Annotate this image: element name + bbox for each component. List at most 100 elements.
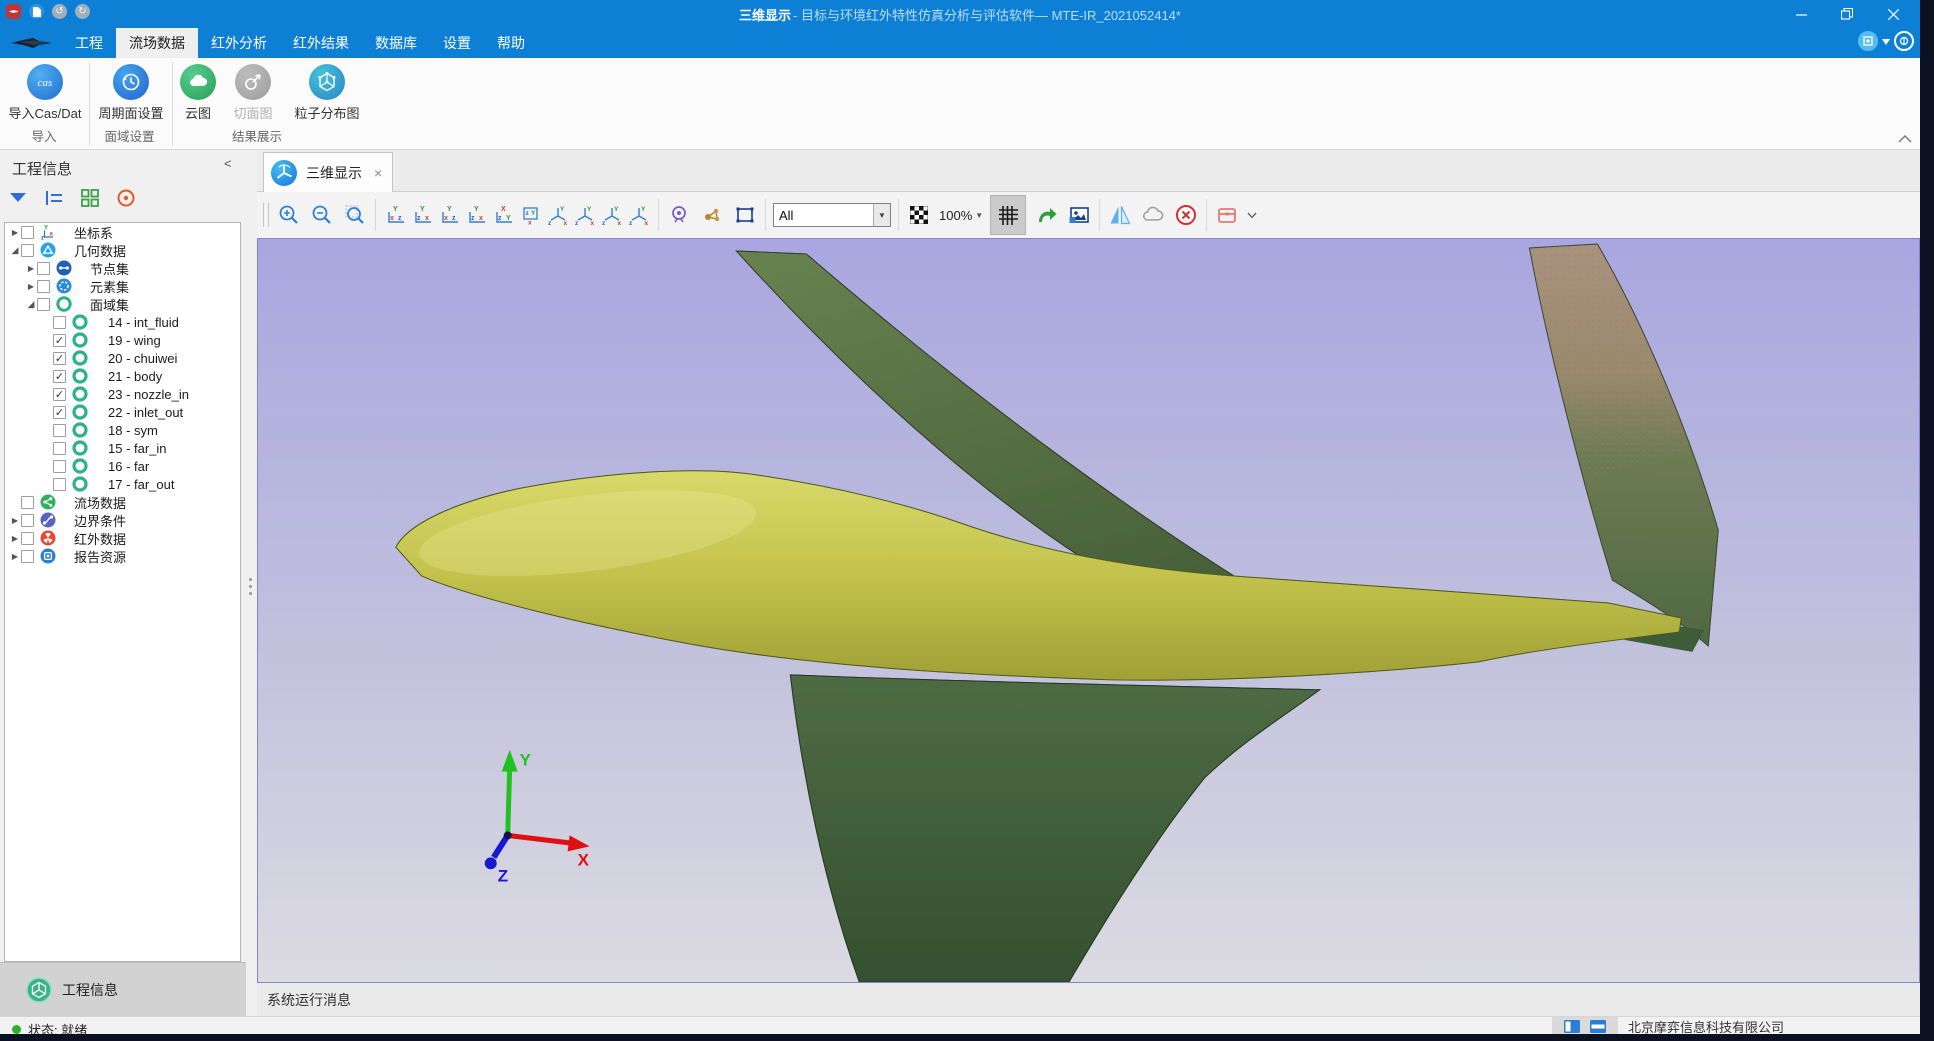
- menu-tab-hongwaijieguo[interactable]: 红外结果: [280, 28, 362, 58]
- tree-item[interactable]: ▶红外数据: [5, 529, 240, 547]
- particle-distribution-button[interactable]: 粒子分布图: [284, 62, 370, 122]
- filter-icon[interactable]: [6, 186, 30, 210]
- opacity-zoom-dropdown[interactable]: 100% ▼: [939, 208, 983, 223]
- tree-item-checkbox[interactable]: ✓: [53, 388, 66, 401]
- menu-tab-hongwaifenxi[interactable]: 红外分析: [198, 28, 280, 58]
- layout-band-icon[interactable]: [1590, 1020, 1606, 1033]
- checkerboard-icon[interactable]: [906, 202, 932, 228]
- tree-item[interactable]: 18 - sym: [5, 421, 240, 439]
- expand-arrow-icon[interactable]: ◢: [9, 245, 21, 256]
- menu-tab-shujuku[interactable]: 数据库: [362, 28, 430, 58]
- import-casdat-button[interactable]: cas 导入Cas/Dat: [2, 62, 88, 122]
- theme-icon[interactable]: [1894, 31, 1914, 51]
- view-iso-1[interactable]: Yxz: [545, 202, 570, 228]
- mirror-icon[interactable]: [1107, 202, 1133, 228]
- new-document-icon[interactable]: [29, 4, 44, 19]
- tree-item[interactable]: ▶元素集: [5, 277, 240, 295]
- menu-tab-bangzhu[interactable]: 帮助: [484, 28, 538, 58]
- view-iso-2[interactable]: Yxz: [572, 202, 597, 228]
- chevron-down-icon[interactable]: [1247, 206, 1257, 224]
- zoom-fit-icon[interactable]: [342, 202, 368, 228]
- remove-icon[interactable]: [1173, 202, 1199, 228]
- expand-arrow-icon[interactable]: ▶: [9, 534, 21, 543]
- view-iso-3[interactable]: Yxz: [599, 202, 624, 228]
- tree-item[interactable]: ▶Yzx坐标系: [5, 223, 240, 241]
- tree-item-checkbox[interactable]: [37, 262, 50, 275]
- tree-item[interactable]: ✓20 - chuiwei: [5, 349, 240, 367]
- tree-item-checkbox[interactable]: [37, 298, 50, 311]
- target-icon[interactable]: [114, 186, 138, 210]
- tree-item[interactable]: ▶报告资源: [5, 547, 240, 565]
- tree-item-checkbox[interactable]: [21, 514, 34, 527]
- tree-item-checkbox[interactable]: ✓: [53, 370, 66, 383]
- tree-item-checkbox[interactable]: [53, 442, 66, 455]
- zoom-out-icon[interactable]: [309, 202, 335, 228]
- tree-item-checkbox[interactable]: [37, 280, 50, 293]
- periodic-face-button[interactable]: 周期面设置: [91, 62, 171, 122]
- tree-item[interactable]: ◢面域集: [5, 295, 240, 313]
- snapshot-icon[interactable]: [1066, 202, 1092, 228]
- tree-item[interactable]: ✓23 - nozzle_in: [5, 385, 240, 403]
- window-switch-icon[interactable]: [1858, 31, 1878, 51]
- tree-item[interactable]: ✓22 - inlet_out: [5, 403, 240, 421]
- view-zx-y2[interactable]: Yzx: [464, 202, 489, 228]
- tree-item[interactable]: ✓21 - body: [5, 367, 240, 385]
- tab-close-icon[interactable]: ×: [374, 165, 382, 181]
- tree-item-checkbox[interactable]: [21, 532, 34, 545]
- menu-tab-gongcheng[interactable]: 工程: [62, 28, 116, 58]
- tree-item[interactable]: 17 - far_out: [5, 475, 240, 493]
- system-message-bar[interactable]: 系统运行消息: [257, 983, 1920, 1016]
- panel-bottom-bar[interactable]: 工程信息: [0, 962, 246, 1016]
- tree-item[interactable]: ✓19 - wing: [5, 331, 240, 349]
- expand-arrow-icon[interactable]: ▶: [25, 282, 37, 291]
- mesh-grid-toggle[interactable]: [990, 195, 1026, 235]
- expand-arrow-icon[interactable]: ▶: [9, 516, 21, 525]
- dropdown-caret[interactable]: [1882, 32, 1890, 50]
- tree-item[interactable]: ◢几何数据: [5, 241, 240, 259]
- viewport-3d[interactable]: Y X Z: [257, 238, 1920, 983]
- view-xz-y[interactable]: Yxz: [383, 202, 408, 228]
- zoom-in-icon[interactable]: [276, 202, 302, 228]
- tree-item[interactable]: ▶节点集: [5, 259, 240, 277]
- tree-item-checkbox[interactable]: [53, 460, 66, 473]
- app-logo[interactable]: [6, 4, 21, 19]
- camera-icon[interactable]: [666, 202, 692, 228]
- tree-item[interactable]: ▶边界条件: [5, 511, 240, 529]
- tree-item-checkbox[interactable]: ✓: [53, 406, 66, 419]
- tree-item-checkbox[interactable]: [21, 496, 34, 509]
- expand-arrow-icon[interactable]: ▶: [25, 264, 37, 273]
- maximize-button[interactable]: [1824, 0, 1870, 28]
- molecule-icon[interactable]: [699, 202, 725, 228]
- tree-item[interactable]: 15 - far_in: [5, 439, 240, 457]
- view-xz-y2[interactable]: Yxz: [437, 202, 462, 228]
- tree-item-checkbox[interactable]: [53, 478, 66, 491]
- ribbon-collapse-icon[interactable]: [1898, 130, 1912, 148]
- view-iso-4[interactable]: Yxz: [626, 202, 651, 228]
- tree-item[interactable]: 14 - int_fluid: [5, 313, 240, 331]
- package-icon[interactable]: [1214, 202, 1240, 228]
- view-frame-zyx[interactable]: zYx: [518, 202, 543, 228]
- tab-3d-view[interactable]: 三维显示 ×: [263, 152, 393, 192]
- panel-collapse-button[interactable]: <: [224, 156, 232, 171]
- tree-item-checkbox[interactable]: [21, 550, 34, 563]
- tree-item-checkbox[interactable]: ✓: [53, 334, 66, 347]
- toolbar-grip[interactable]: [263, 203, 269, 227]
- close-button[interactable]: [1870, 0, 1916, 28]
- view-zy-x[interactable]: XzY: [491, 202, 516, 228]
- expand-arrow-icon[interactable]: ◢: [25, 299, 37, 310]
- menu-tab-shezhi[interactable]: 设置: [430, 28, 484, 58]
- expand-arrow-icon[interactable]: ▶: [9, 228, 21, 237]
- selection-frame-icon[interactable]: [732, 202, 758, 228]
- tree-item[interactable]: 16 - far: [5, 457, 240, 475]
- display-filter-combobox[interactable]: All ▼: [773, 203, 891, 227]
- redo-icon[interactable]: ↻: [75, 4, 90, 19]
- tree-item-checkbox[interactable]: [53, 316, 66, 329]
- minimize-button[interactable]: [1778, 0, 1824, 28]
- layout-left-icon[interactable]: [1564, 1020, 1580, 1033]
- combobox-arrow-icon[interactable]: ▼: [873, 204, 890, 226]
- grid-icon[interactable]: [78, 186, 102, 210]
- menu-tab-liuchangshuju[interactable]: 流场数据: [116, 28, 198, 58]
- expand-arrow-icon[interactable]: ▶: [9, 552, 21, 561]
- green-arrow-icon[interactable]: [1033, 202, 1059, 228]
- cloud-map-button[interactable]: 云图: [174, 62, 222, 122]
